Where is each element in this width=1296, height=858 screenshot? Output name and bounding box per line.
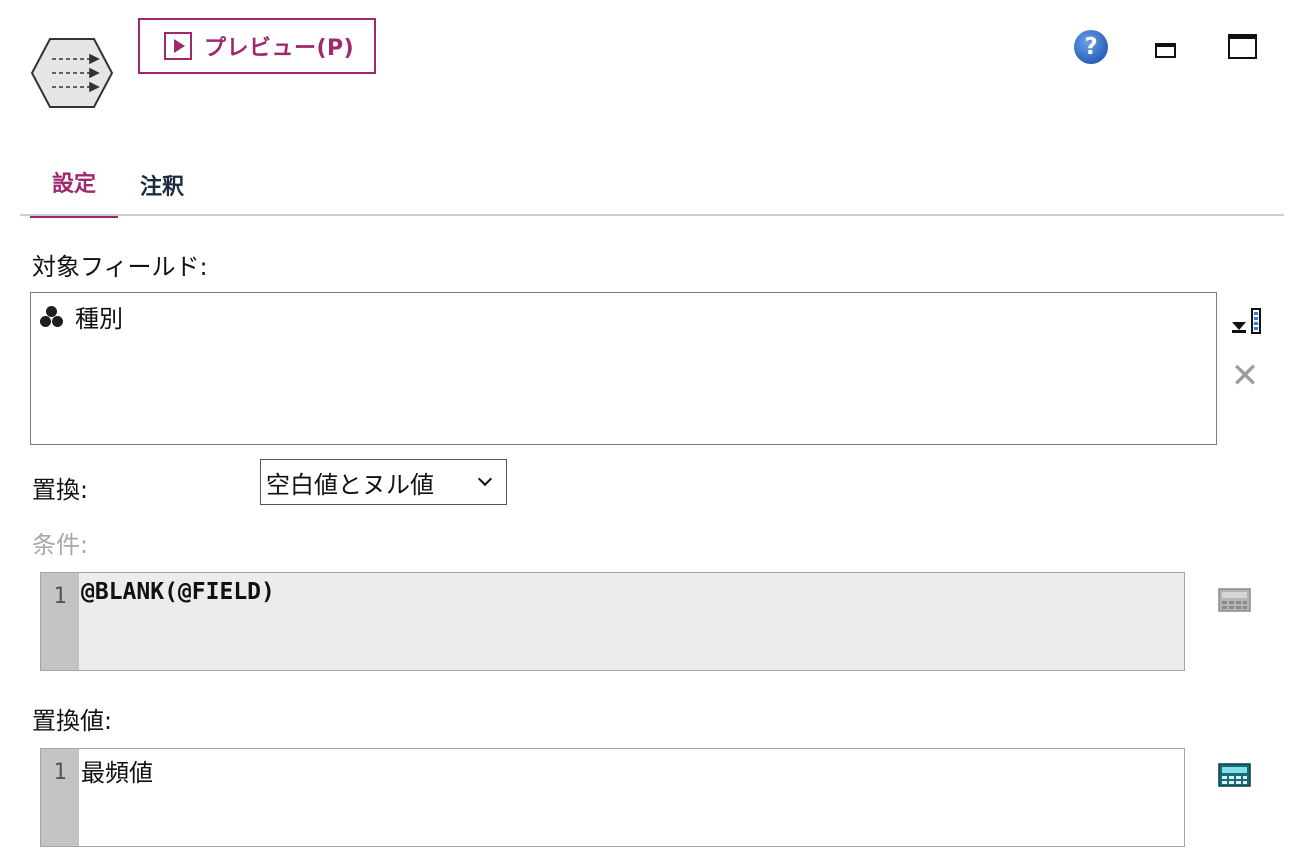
list-item[interactable]: 種別 — [39, 299, 123, 334]
preview-label: プレビュー(P) — [204, 36, 355, 61]
chevron-down-icon — [477, 471, 493, 487]
tab-settings[interactable]: 設定 — [30, 160, 118, 218]
help-icon[interactable]: ? — [1074, 30, 1108, 64]
replace-value-editor[interactable]: 1 最頻値 — [40, 748, 1185, 847]
expression-builder-icon[interactable] — [1218, 763, 1251, 787]
tab-annotations[interactable]: 注釈 — [118, 160, 206, 218]
delete-field-icon[interactable]: ✕ — [1230, 359, 1260, 393]
line-number: 1 — [41, 749, 79, 846]
target-fields-list[interactable]: 種別 — [30, 292, 1217, 445]
field-picker-icon[interactable] — [1230, 308, 1264, 334]
replace-select[interactable]: 空白値とヌル値 — [260, 459, 507, 505]
condition-editor: 1 @BLANK(@FIELD) — [40, 572, 1185, 671]
condition-code: @BLANK(@FIELD) — [81, 579, 275, 605]
nominal-set-icon — [39, 305, 65, 328]
replace-value-label: 置換値: — [32, 707, 113, 735]
tab-divider — [20, 214, 1284, 216]
replace-label: 置換: — [32, 476, 89, 504]
filler-node-icon — [30, 37, 114, 109]
field-name: 種別 — [75, 305, 123, 333]
maximize-icon[interactable] — [1228, 34, 1257, 59]
tab-annotations-label: 注釈 — [139, 175, 184, 200]
line-number: 1 — [41, 573, 79, 670]
target-fields-label: 対象フィールド: — [32, 253, 208, 281]
minimize-icon[interactable] — [1155, 43, 1176, 58]
preview-button[interactable]: プレビュー(P) — [138, 18, 376, 74]
replace-value-code[interactable]: 最頻値 — [79, 749, 1184, 846]
expression-builder-icon-disabled — [1218, 588, 1251, 612]
tab-settings-label: 設定 — [51, 172, 96, 197]
play-icon — [164, 32, 192, 60]
condition-label: 条件: — [32, 531, 89, 559]
replace-selected-value: 空白値とヌル値 — [266, 470, 434, 499]
